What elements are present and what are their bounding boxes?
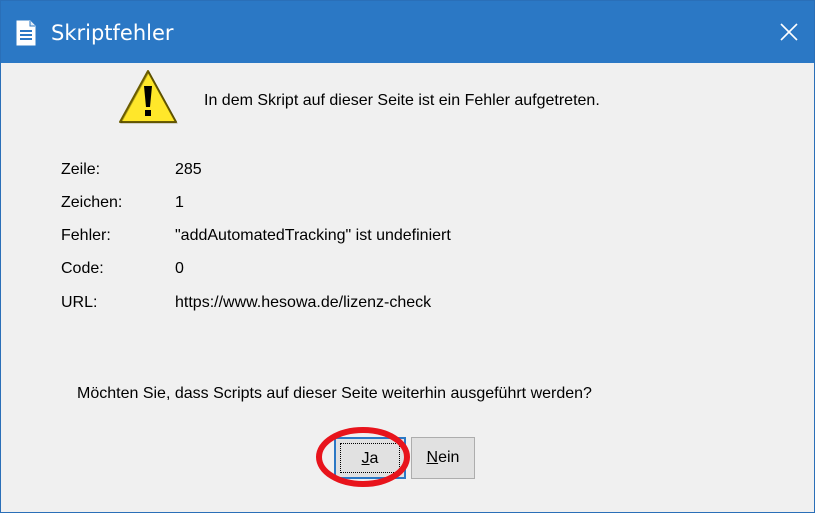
yes-button[interactable]: Ja [334, 437, 406, 479]
detail-label-line: Zeile: [61, 161, 101, 178]
close-button[interactable] [771, 14, 807, 50]
continue-question: Möchten Sie, dass Scripts auf dieser Sei… [77, 385, 592, 402]
no-mnemonic: N [426, 449, 439, 466]
detail-value-code: 0 [175, 260, 184, 277]
detail-label-error: Fehler: [61, 227, 111, 244]
error-message: In dem Skript auf dieser Seite ist ein F… [204, 92, 600, 109]
detail-label-url: URL: [61, 294, 98, 311]
detail-label-code: Code: [61, 260, 104, 277]
window-title: Skriptfehler [51, 21, 174, 45]
script-error-dialog: Skriptfehler In dem Skript auf dieser Se… [0, 0, 815, 513]
close-icon [780, 23, 798, 41]
title-bar[interactable]: Skriptfehler [1, 1, 814, 63]
detail-value-line: 285 [175, 161, 202, 178]
no-label-rest: ein [438, 449, 460, 466]
document-icon [16, 20, 36, 46]
warning-icon [119, 70, 178, 124]
detail-value-error: "addAutomatedTracking" ist undefiniert [175, 227, 451, 244]
no-button[interactable]: Nein [411, 437, 475, 479]
dialog-content [1, 63, 814, 512]
detail-value-url: https://www.hesowa.de/lizenz-check [175, 294, 432, 311]
detail-label-char: Zeichen: [61, 194, 123, 211]
focus-rectangle [340, 443, 400, 473]
detail-value-char: 1 [175, 194, 184, 211]
